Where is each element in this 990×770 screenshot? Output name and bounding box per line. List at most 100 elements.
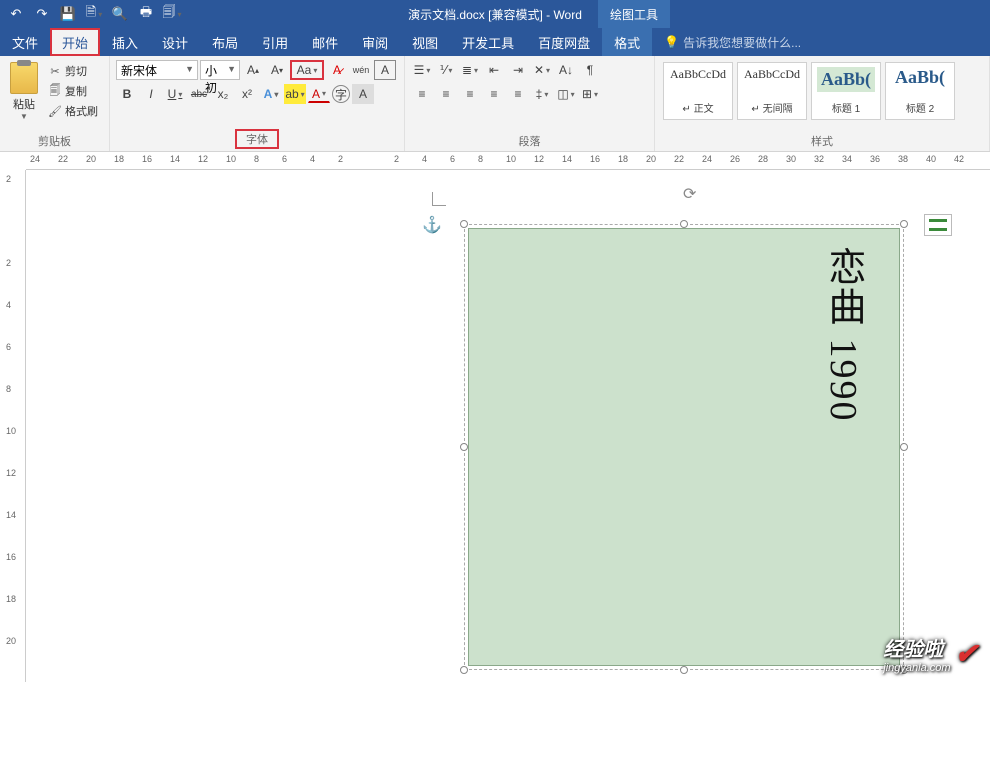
- document-area[interactable]: ⚓ ⟳ 恋曲 1990: [26, 170, 990, 682]
- style-heading2[interactable]: AaBb( 标题 2: [885, 62, 955, 120]
- tell-me-placeholder: 告诉我您想要做什么...: [683, 34, 801, 51]
- tab-format[interactable]: 格式: [602, 28, 652, 56]
- asian-layout-button[interactable]: ✕: [531, 60, 553, 80]
- tab-review[interactable]: 审阅: [350, 28, 400, 56]
- ribbon: 粘贴 ▼ ✂剪切 🗐复制 🖌格式刷 剪贴板 新宋体▼ 小初▼ A▴ A▾ Aa …: [0, 56, 990, 152]
- italic-button[interactable]: I: [140, 84, 162, 104]
- text-box-shape[interactable]: 恋曲 1990: [468, 228, 900, 666]
- underline-button[interactable]: U: [164, 84, 186, 104]
- tab-file[interactable]: 文件: [0, 28, 50, 56]
- quick-access-toolbar: ↶ ↷ 💾 🗎 🔍 🖶 🗐: [0, 6, 188, 22]
- bulb-icon: 💡: [664, 35, 679, 49]
- style-normal[interactable]: AaBbCcDd ↵ 正文: [663, 62, 733, 120]
- save-icon[interactable]: 💾: [60, 6, 76, 22]
- shading-button[interactable]: ◫: [555, 84, 577, 104]
- tab-view[interactable]: 视图: [400, 28, 450, 56]
- tab-home[interactable]: 开始: [50, 28, 100, 56]
- copy-button[interactable]: 🗐复制: [46, 82, 100, 100]
- tab-design[interactable]: 设计: [150, 28, 200, 56]
- resize-handle-tl[interactable]: [460, 220, 468, 228]
- style-no-spacing[interactable]: AaBbCcDd ↵ 无间隔: [737, 62, 807, 120]
- anchor-icon[interactable]: ⚓: [422, 215, 442, 235]
- highlight-button[interactable]: ab: [284, 84, 306, 104]
- font-family-select[interactable]: 新宋体▼: [116, 60, 198, 80]
- phonetic-guide-button[interactable]: wén: [350, 60, 372, 80]
- resize-handle-t[interactable]: [680, 220, 688, 228]
- tell-me-search[interactable]: 💡 告诉我您想要做什么...: [652, 28, 801, 56]
- align-left-button[interactable]: ≡: [411, 84, 433, 104]
- copy-icon: 🗐: [48, 84, 62, 98]
- tab-developer[interactable]: 开发工具: [450, 28, 526, 56]
- clear-formatting-button[interactable]: A̷: [326, 60, 348, 80]
- print-icon[interactable]: 🖶: [138, 6, 154, 22]
- selected-shape[interactable]: 恋曲 1990: [460, 220, 908, 674]
- resize-handle-l[interactable]: [460, 443, 468, 451]
- margin-marker: [432, 192, 446, 206]
- font-color-button[interactable]: A: [308, 85, 330, 103]
- save-as-icon[interactable]: 🗎: [86, 6, 102, 22]
- shrink-font-button[interactable]: A▾: [266, 60, 288, 80]
- paste-icon: [10, 62, 38, 94]
- group-label-font: 字体: [235, 129, 279, 149]
- superscript-button[interactable]: x²: [236, 84, 258, 104]
- shape-text[interactable]: 恋曲 1990: [816, 247, 871, 423]
- grow-font-button[interactable]: A▴: [242, 60, 264, 80]
- resize-handle-tr[interactable]: [900, 220, 908, 228]
- resize-handle-b[interactable]: [680, 666, 688, 674]
- more-qat-icon[interactable]: 🗐: [164, 6, 180, 22]
- resize-handle-bl[interactable]: [460, 666, 468, 674]
- horizontal-ruler[interactable]: 2422201816141210864224681012141618202224…: [26, 152, 990, 170]
- watermark-main: 经验啦: [883, 639, 943, 661]
- format-painter-button[interactable]: 🖌格式刷: [46, 102, 100, 120]
- cut-button[interactable]: ✂剪切: [46, 62, 100, 80]
- tab-insert[interactable]: 插入: [100, 28, 150, 56]
- group-label-clipboard: 剪贴板: [0, 133, 109, 149]
- tab-baidu[interactable]: 百度网盘: [526, 28, 602, 56]
- tab-mailings[interactable]: 邮件: [300, 28, 350, 56]
- line-spacing-button[interactable]: ‡: [531, 84, 553, 104]
- checkmark-icon: ✔: [955, 637, 978, 670]
- enclose-char-button[interactable]: 字: [332, 85, 350, 103]
- bold-button[interactable]: B: [116, 84, 138, 104]
- layout-options-button[interactable]: [924, 214, 952, 236]
- font-size-select[interactable]: 小初▼: [200, 60, 240, 80]
- vertical-ruler[interactable]: 22468101214161820: [0, 170, 26, 682]
- preview-icon[interactable]: 🔍: [112, 6, 128, 22]
- paste-button[interactable]: 粘贴 ▼: [4, 58, 44, 124]
- ribbon-tabs: 文件 开始 插入 设计 布局 引用 邮件 审阅 视图 开发工具 百度网盘 格式 …: [0, 28, 990, 56]
- distributed-button[interactable]: ≡: [507, 84, 529, 104]
- char-border-button[interactable]: A: [374, 60, 396, 80]
- scissors-icon: ✂: [48, 64, 62, 78]
- window-title: 演示文档.docx [兼容模式] - Word: [408, 6, 582, 23]
- multilevel-button[interactable]: ≣: [459, 60, 481, 80]
- style-heading1[interactable]: AaBb( 标题 1: [811, 62, 881, 120]
- text-effects-button[interactable]: A: [260, 84, 282, 104]
- layout-icon: [929, 219, 947, 231]
- paste-label: 粘贴: [13, 96, 35, 112]
- undo-icon[interactable]: ↶: [8, 6, 24, 22]
- contextual-tab-label: 绘图工具: [598, 0, 670, 28]
- align-right-button[interactable]: ≡: [459, 84, 481, 104]
- rotate-handle-icon[interactable]: ⟳: [683, 184, 701, 202]
- group-styles: AaBbCcDd ↵ 正文 AaBbCcDd ↵ 无间隔 AaBb( 标题 1 …: [655, 56, 990, 151]
- change-case-button[interactable]: Aa: [290, 60, 324, 80]
- char-shading-button[interactable]: A: [352, 84, 374, 104]
- justify-button[interactable]: ≡: [483, 84, 505, 104]
- decrease-indent-button[interactable]: ⇤: [483, 60, 505, 80]
- sort-button[interactable]: A↓: [555, 60, 577, 80]
- numbering-button[interactable]: ⅟: [435, 60, 457, 80]
- bullets-button[interactable]: ☰: [411, 60, 433, 80]
- resize-handle-r[interactable]: [900, 443, 908, 451]
- group-label-styles: 样式: [655, 133, 989, 149]
- align-center-button[interactable]: ≡: [435, 84, 457, 104]
- group-paragraph: ☰ ⅟ ≣ ⇤ ⇥ ✕ A↓ ¶ ≡ ≡ ≡ ≡ ≡ ‡ ◫ ⊞ 段落: [405, 56, 655, 151]
- title-bar: ↶ ↷ 💾 🗎 🔍 🖶 🗐 演示文档.docx [兼容模式] - Word 绘图…: [0, 0, 990, 28]
- brush-icon: 🖌: [48, 104, 62, 118]
- tab-layout[interactable]: 布局: [200, 28, 250, 56]
- redo-icon[interactable]: ↷: [34, 6, 50, 22]
- increase-indent-button[interactable]: ⇥: [507, 60, 529, 80]
- watermark-sub: jingyanla.com: [883, 662, 950, 674]
- show-marks-button[interactable]: ¶: [579, 60, 601, 80]
- borders-button[interactable]: ⊞: [579, 84, 601, 104]
- tab-references[interactable]: 引用: [250, 28, 300, 56]
